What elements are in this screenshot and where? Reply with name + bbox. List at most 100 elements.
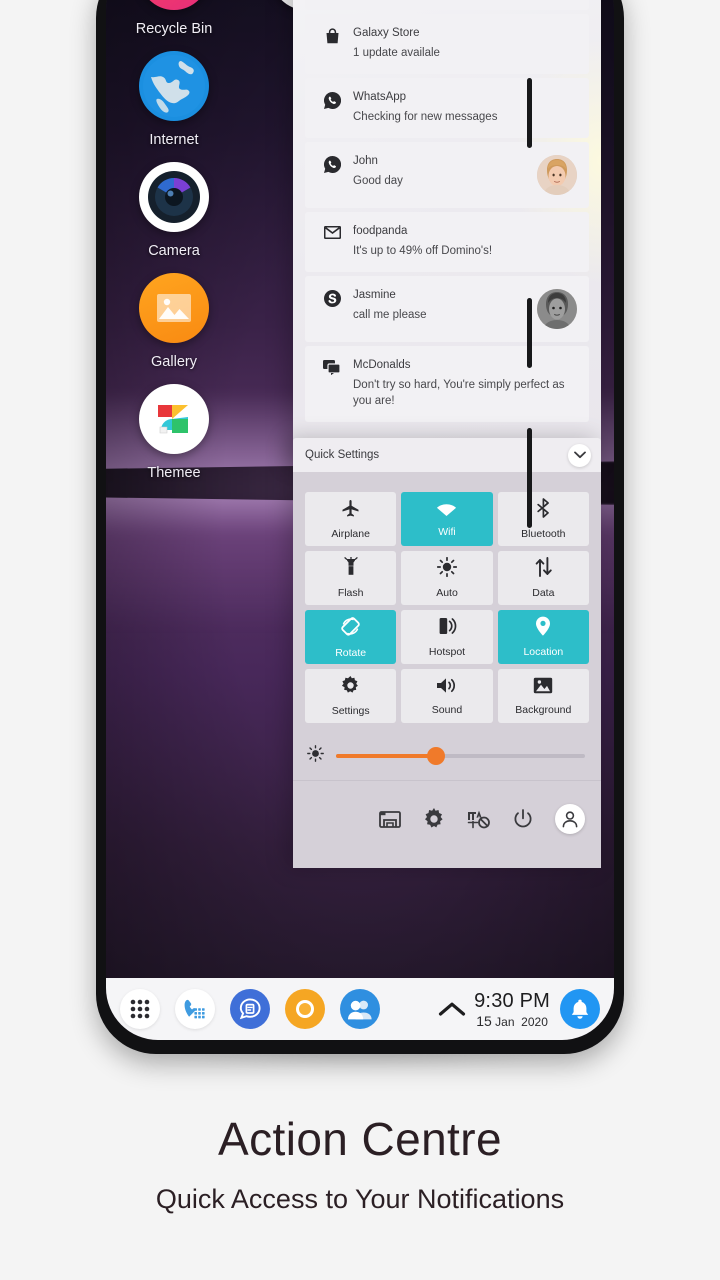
- notification-item-fast-charging[interactable]: Fast charging 100%: [305, 0, 589, 10]
- clock-time: 9:30 PM: [474, 989, 550, 1012]
- brightness-icon: [307, 744, 324, 767]
- notification-text: It's up to 49% off Domino's!: [353, 244, 493, 257]
- app-grid-icon[interactable]: [120, 989, 160, 1029]
- gmail-icon: [321, 226, 343, 239]
- notification-item-jasmine[interactable]: Jasmine call me please: [305, 276, 589, 342]
- notification-panel: Fast charging 100% Galaxy Store 1 update…: [293, 0, 601, 466]
- caption-title: Action Centre: [218, 1113, 502, 1165]
- phone-side-button-volume-up[interactable]: [527, 78, 532, 148]
- location-pin-icon: [535, 616, 551, 641]
- desktop-item-internet[interactable]: Internet: [110, 51, 238, 148]
- desktop-item-label-recycle-bin: Recycle Bin: [135, 21, 213, 37]
- desktop-item-themee[interactable]: Themee: [110, 384, 238, 481]
- airplane-icon: [341, 499, 360, 523]
- quick-tile-rotate[interactable]: Rotate: [305, 610, 397, 664]
- taskbar-clock[interactable]: 9:30 PM 15 Jan 2020: [474, 991, 550, 1028]
- recorder-icon[interactable]: [285, 989, 325, 1029]
- notification-title: McDonalds: [353, 359, 411, 371]
- quick-tile-label: Wifi: [438, 526, 456, 538]
- contacts-icon[interactable]: [340, 989, 380, 1029]
- notification-text: call me please: [353, 308, 427, 321]
- clock-date: 15 Jan 2020: [476, 1014, 548, 1028]
- messages-app-icon[interactable]: [230, 989, 270, 1029]
- notification-title: foodpanda: [353, 225, 408, 237]
- language-icon[interactable]: [467, 809, 491, 829]
- quick-tile-background[interactable]: Background: [497, 669, 589, 723]
- gear-icon[interactable]: [423, 807, 445, 830]
- quick-tile-label: Sound: [431, 703, 463, 716]
- mobile-data-icon: [534, 557, 553, 582]
- gear-icon: [341, 675, 360, 700]
- notification-item-mcdonalds[interactable]: McDonalds Don't try so hard, You're simp…: [305, 346, 589, 423]
- quick-settings-tiles: Airplane Wifi Bluetooth Flash Auto Data …: [293, 472, 601, 731]
- notification-text: Don't try so hard, You're simply perfect…: [353, 378, 565, 407]
- notification-item-foodpanda[interactable]: foodpanda It's up to 49% off Domino's!: [305, 212, 589, 272]
- image-icon: [533, 677, 553, 699]
- screenshot-icon[interactable]: [379, 809, 401, 829]
- jasmine-avatar: [537, 289, 577, 329]
- brightness-slider-row: [293, 731, 601, 781]
- caption-subtitle: Quick Access to Your Notifications: [155, 1184, 565, 1214]
- quick-tile-flash[interactable]: Flash: [305, 551, 397, 605]
- quick-tile-auto[interactable]: Auto: [401, 551, 493, 605]
- brightness-slider-knob[interactable]: [426, 746, 445, 765]
- wifi-icon: [436, 500, 457, 521]
- desktop-item-label-internet: Internet: [149, 132, 199, 148]
- notification-text: Good day: [353, 174, 403, 187]
- skype-icon: [321, 290, 343, 307]
- quick-tile-label: Flash: [337, 587, 364, 599]
- clock-date-day: 15: [476, 1012, 492, 1029]
- john-avatar: [537, 155, 577, 195]
- desktop-item-label-camera: Camera: [148, 243, 200, 259]
- desktop-item-label-gallery: Gallery: [151, 354, 197, 370]
- phone-side-button-volume-down[interactable]: [527, 298, 532, 368]
- notification-item-galaxy-store[interactable]: Galaxy Store 1 update availale: [305, 14, 589, 74]
- quick-tile-label: Rotate: [335, 646, 367, 659]
- brightness-slider[interactable]: [336, 746, 585, 765]
- notification-item-john[interactable]: John Good day: [305, 142, 589, 208]
- notification-item-whatsapp[interactable]: WhatsApp Checking for new messages: [305, 78, 589, 138]
- quick-tile-settings[interactable]: Settings: [305, 669, 397, 723]
- brightness-slider-fill: [336, 753, 436, 758]
- quick-settings-header: Quick Settings: [293, 438, 601, 472]
- quick-tile-wifi[interactable]: Wifi: [401, 492, 493, 546]
- desktop-item-recycle-bin[interactable]: Recycle Bin: [110, 0, 238, 37]
- shopping-bag-icon: [321, 28, 343, 44]
- power-icon[interactable]: [513, 808, 533, 829]
- quick-tile-label: Location: [523, 646, 564, 658]
- quick-tile-bluetooth[interactable]: Bluetooth: [497, 492, 589, 546]
- quick-tile-label: Bluetooth: [521, 528, 566, 540]
- gallery-icon: [139, 273, 209, 343]
- messages-icon: [321, 360, 343, 375]
- desktop-item-gallery[interactable]: Gallery: [110, 273, 238, 370]
- quick-tile-label: Auto: [436, 587, 458, 599]
- desktop-item-camera[interactable]: Camera: [110, 162, 238, 259]
- camera-icon: [139, 162, 209, 232]
- notification-title: Jasmine: [353, 289, 396, 301]
- chevron-up-icon[interactable]: [438, 1001, 466, 1017]
- hotspot-icon: [437, 616, 457, 641]
- quick-settings-footer: [293, 781, 601, 868]
- quick-tile-sound[interactable]: Sound: [401, 669, 493, 723]
- phone-dialer-icon[interactable]: [175, 989, 215, 1029]
- quick-tile-label: Data: [532, 587, 555, 599]
- bell-icon[interactable]: [560, 989, 600, 1029]
- quick-settings-title: Quick Settings: [305, 449, 380, 461]
- notification-text: 1 update availale: [353, 46, 440, 59]
- quick-tile-data[interactable]: Data: [497, 551, 589, 605]
- rotate-icon: [340, 616, 361, 642]
- quick-tile-airplane[interactable]: Airplane: [305, 492, 397, 546]
- user-avatar-icon[interactable]: [555, 803, 585, 834]
- quick-tile-hotspot[interactable]: Hotspot: [401, 610, 493, 664]
- recycle-bin-icon: [139, 0, 209, 10]
- clock-date-year: 2020: [521, 1014, 548, 1029]
- quick-tile-label: Hotspot: [428, 646, 466, 658]
- brightness-auto-icon: [436, 556, 458, 582]
- quick-settings-panel: Quick Settings Airplane Wifi Bluetooth F…: [293, 438, 601, 868]
- phone-side-button-power[interactable]: [527, 428, 532, 528]
- desktop-item-label-themee: Themee: [147, 465, 201, 481]
- internet-globe-icon: [139, 51, 209, 121]
- quick-tile-location[interactable]: Location: [497, 610, 589, 664]
- quick-tile-label: Settings: [331, 704, 370, 717]
- chevron-down-icon[interactable]: [568, 443, 591, 467]
